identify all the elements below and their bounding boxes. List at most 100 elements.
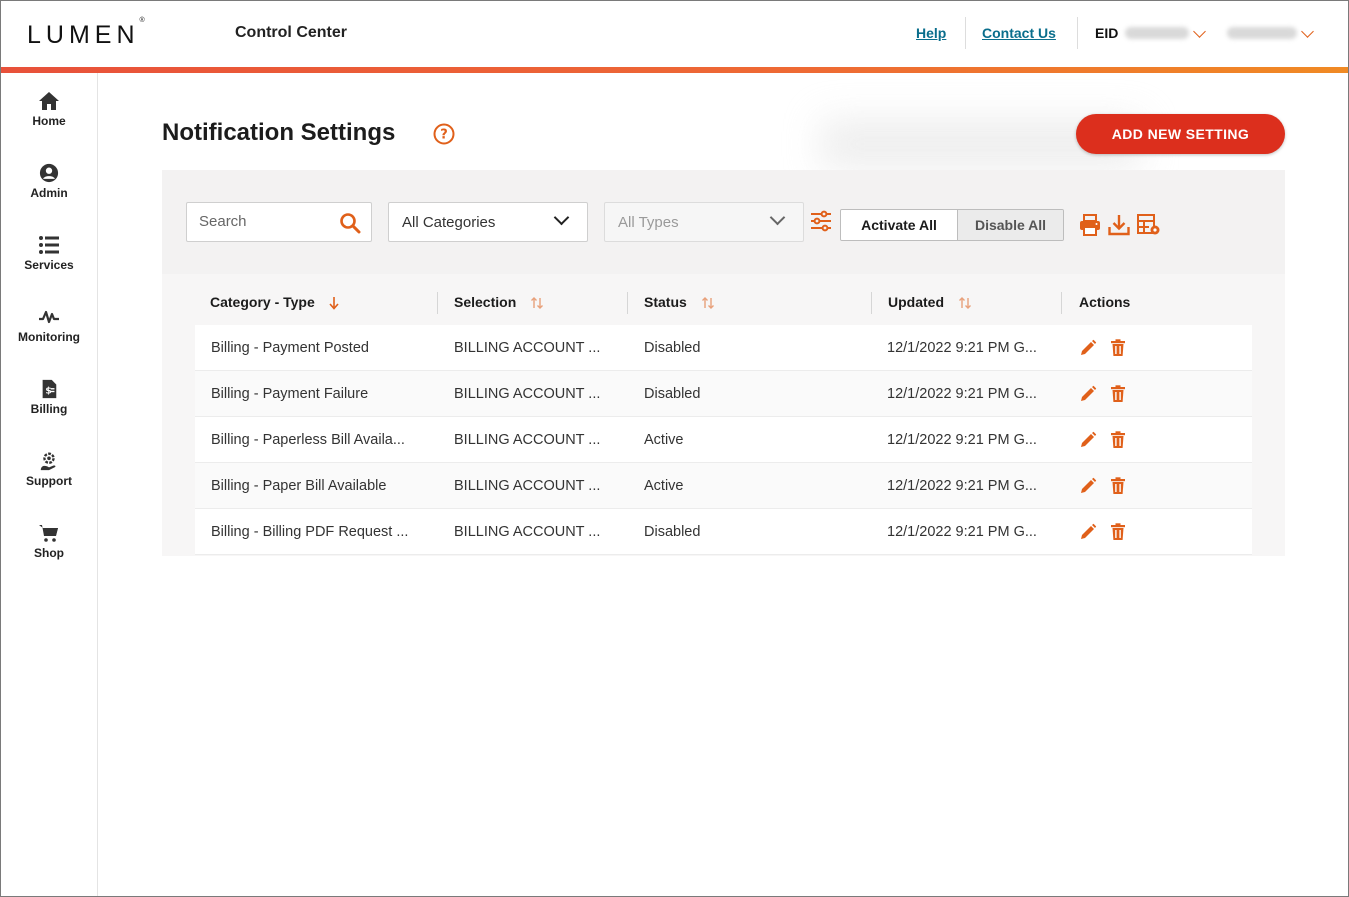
bulk-status-toggle: Activate All Disable All xyxy=(840,209,1064,241)
sidebar-item-services[interactable]: Services xyxy=(1,235,97,297)
table-row[interactable]: Billing - Payment Posted BILLING ACCOUNT … xyxy=(195,325,1252,371)
cell-status: Disabled xyxy=(644,386,701,402)
print-icon[interactable] xyxy=(1079,214,1101,236)
cell-selection: BILLING ACCOUNT ... xyxy=(454,524,601,540)
add-new-setting-button[interactable]: ADD NEW SETTING xyxy=(1076,114,1285,154)
notification-settings-table: Category - Type Selection Status Updated… xyxy=(162,274,1285,556)
home-icon xyxy=(39,92,59,110)
chevron-down-icon xyxy=(553,209,570,226)
cell-status: Disabled xyxy=(644,340,701,356)
sidebar-item-support[interactable]: Support xyxy=(1,451,97,513)
cell-category-type: Billing - Billing PDF Request ... xyxy=(211,524,409,540)
delete-trash-icon[interactable] xyxy=(1110,523,1126,546)
sort-both-icon[interactable] xyxy=(958,296,972,310)
cell-status: Active xyxy=(644,432,684,448)
sidebar-item-label: Shop xyxy=(34,546,64,560)
table-row[interactable]: Billing - Payment Failure BILLING ACCOUNT… xyxy=(195,371,1252,417)
edit-pencil-icon[interactable] xyxy=(1079,339,1097,362)
sort-descending-icon[interactable] xyxy=(329,296,339,311)
cell-selection: BILLING ACCOUNT ... xyxy=(454,432,601,448)
cart-icon xyxy=(39,525,58,542)
sidebar-item-label: Admin xyxy=(30,186,68,200)
page-title: Notification Settings xyxy=(162,119,396,146)
sidebar-item-billing[interactable]: $ Billing xyxy=(1,379,97,441)
contact-us-link[interactable]: Contact Us xyxy=(982,25,1056,41)
column-header-updated[interactable]: Updated xyxy=(888,294,972,310)
cell-updated: 12/1/2022 9:21 PM G... xyxy=(887,524,1037,540)
sidebar-item-home[interactable]: Home xyxy=(1,91,97,153)
eid-label: EID xyxy=(1095,25,1119,41)
cell-selection: BILLING ACCOUNT ... xyxy=(454,478,601,494)
edit-pencil-icon[interactable] xyxy=(1079,477,1097,500)
list-icon xyxy=(39,236,59,254)
svg-text:?: ? xyxy=(440,128,448,143)
cell-updated: 12/1/2022 9:21 PM G... xyxy=(887,340,1037,356)
sidebar: Home Admin Services Monitoring $ Billing… xyxy=(1,73,98,896)
search-field[interactable] xyxy=(186,202,372,242)
sort-both-icon[interactable] xyxy=(701,296,715,310)
header-accent-bar xyxy=(1,67,1348,73)
app-window: LUMEN® Control Center Help Contact Us EI… xyxy=(0,0,1349,897)
svg-text:$: $ xyxy=(45,387,51,397)
disable-all-button[interactable]: Disable All xyxy=(957,210,1063,240)
cell-selection: BILLING ACCOUNT ... xyxy=(454,386,601,402)
table-settings-icon[interactable] xyxy=(1137,214,1161,236)
cell-category-type: Billing - Paper Bill Available xyxy=(211,478,387,494)
table-row[interactable]: Billing - Paper Bill Available BILLING AC… xyxy=(195,463,1252,509)
eid-value-redacted xyxy=(1125,27,1189,39)
help-link[interactable]: Help xyxy=(916,25,946,41)
cell-category-type: Billing - Payment Failure xyxy=(211,386,369,402)
column-divider xyxy=(437,292,438,314)
sidebar-item-label: Monitoring xyxy=(18,330,80,344)
cell-category-type: Billing - Payment Posted xyxy=(211,340,369,356)
edit-pencil-icon[interactable] xyxy=(1079,431,1097,454)
column-divider xyxy=(871,292,872,314)
column-header-actions: Actions xyxy=(1079,294,1131,310)
sidebar-item-label: Billing xyxy=(30,402,68,416)
filter-toolbar: All Categories All Types Activate All Di… xyxy=(162,170,1285,274)
table-row[interactable]: Billing - Paperless Bill Availa... BILLIN… xyxy=(195,417,1252,463)
search-icon[interactable] xyxy=(339,212,361,234)
support-icon xyxy=(40,452,56,471)
type-select-value: All Types xyxy=(618,214,679,231)
user-name-redacted xyxy=(1227,27,1297,39)
delete-trash-icon[interactable] xyxy=(1110,385,1126,408)
table-row[interactable]: Billing - Billing PDF Request ... BILLING… xyxy=(195,509,1252,555)
user-dropdown-chevron-icon[interactable] xyxy=(1301,25,1314,38)
eid-dropdown-chevron-icon[interactable] xyxy=(1193,25,1206,38)
column-header-selection[interactable]: Selection xyxy=(454,294,544,310)
cell-updated: 12/1/2022 9:21 PM G... xyxy=(887,432,1037,448)
edit-pencil-icon[interactable] xyxy=(1079,523,1097,546)
type-select[interactable]: All Types xyxy=(604,202,804,242)
sort-both-icon[interactable] xyxy=(530,296,544,310)
lumen-logo[interactable]: LUMEN® xyxy=(27,17,145,50)
cell-category-type: Billing - Paperless Bill Availa... xyxy=(211,432,405,448)
help-circle-icon[interactable]: ? xyxy=(433,123,455,145)
column-header-status[interactable]: Status xyxy=(644,294,715,310)
sidebar-item-label: Support xyxy=(26,474,72,488)
sidebar-item-label: Home xyxy=(32,114,66,128)
app-title: Control Center xyxy=(235,24,347,41)
pulse-icon xyxy=(39,310,59,324)
cell-selection: BILLING ACCOUNT ... xyxy=(454,340,601,356)
sliders-filter-icon[interactable] xyxy=(810,210,832,232)
delete-trash-icon[interactable] xyxy=(1110,339,1126,362)
divider xyxy=(965,17,966,49)
activate-all-button[interactable]: Activate All xyxy=(841,210,957,240)
sidebar-item-label: Services xyxy=(24,258,74,272)
column-header-category-type[interactable]: Category - Type xyxy=(210,294,339,311)
delete-trash-icon[interactable] xyxy=(1110,431,1126,454)
top-header: LUMEN® Control Center Help Contact Us EI… xyxy=(1,1,1348,67)
delete-trash-icon[interactable] xyxy=(1110,477,1126,500)
category-select[interactable]: All Categories xyxy=(388,202,588,242)
sidebar-item-admin[interactable]: Admin xyxy=(1,163,97,225)
sidebar-item-monitoring[interactable]: Monitoring xyxy=(1,307,97,369)
download-icon[interactable] xyxy=(1108,214,1130,236)
cell-status: Disabled xyxy=(644,524,701,540)
sidebar-item-shop[interactable]: Shop xyxy=(1,523,97,585)
search-input[interactable] xyxy=(199,213,339,230)
chevron-down-icon xyxy=(769,209,786,226)
invoice-icon: $ xyxy=(42,379,57,399)
category-select-value: All Categories xyxy=(402,214,496,231)
edit-pencil-icon[interactable] xyxy=(1079,385,1097,408)
